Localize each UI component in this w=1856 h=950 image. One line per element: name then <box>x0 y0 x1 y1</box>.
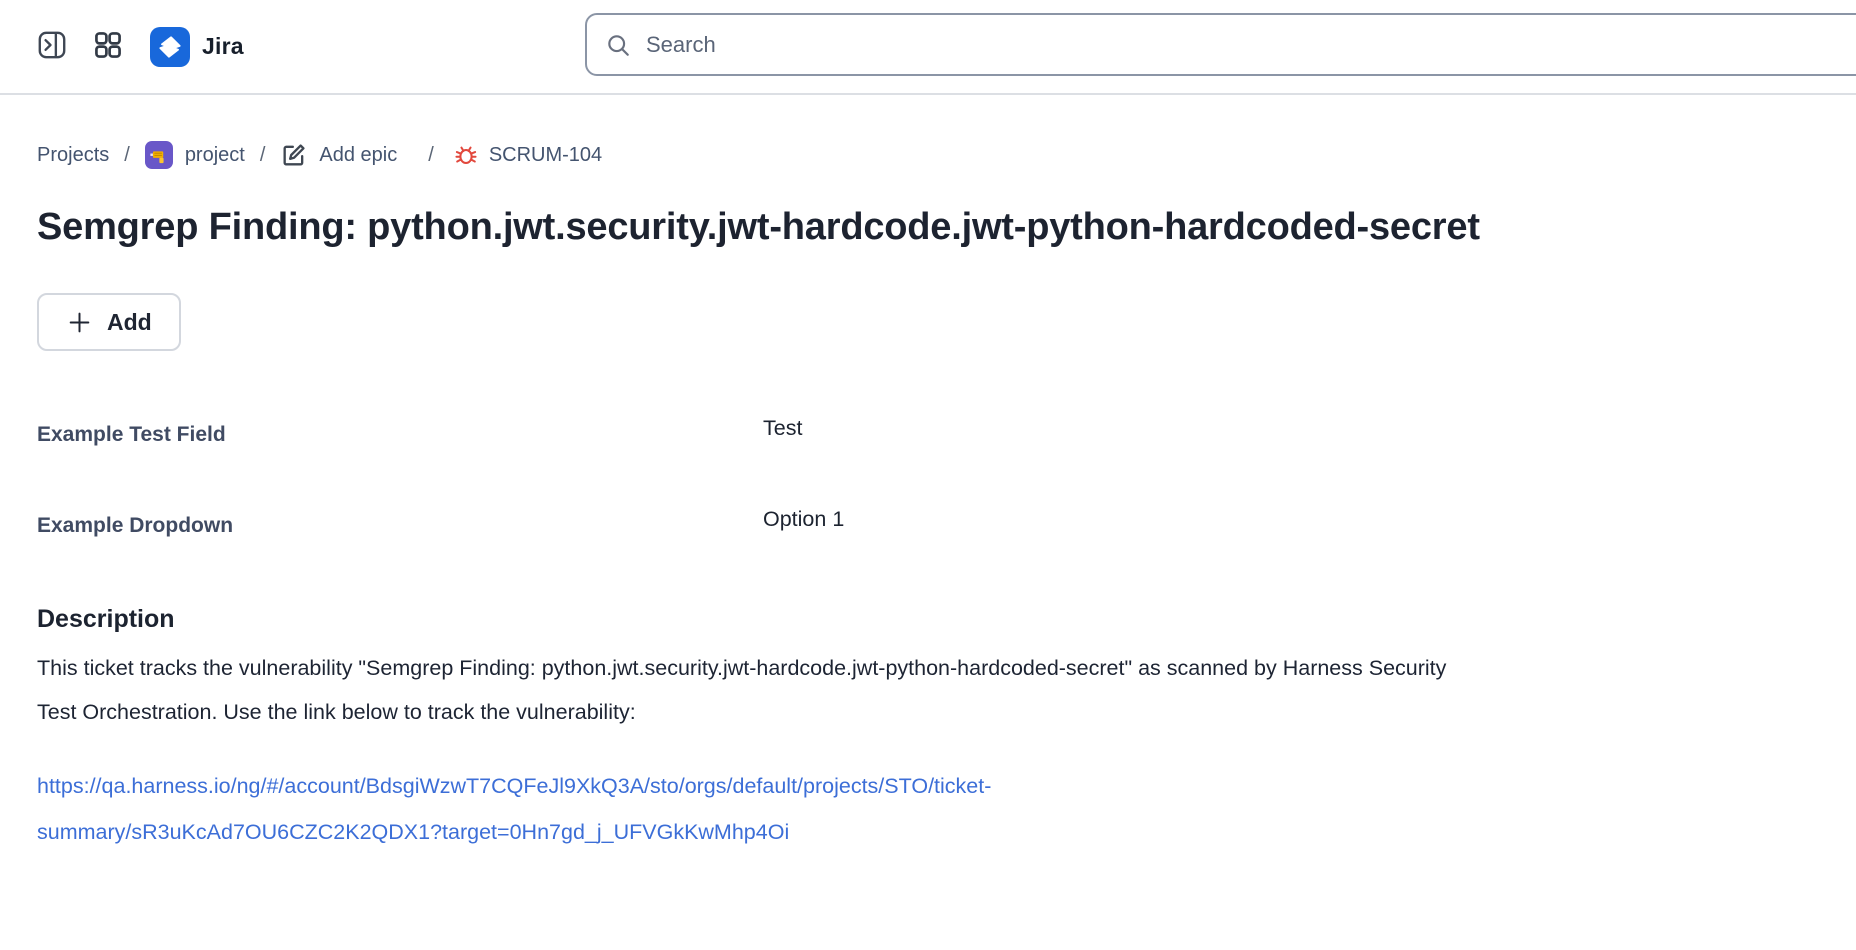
field-row-example-test-field: Example Test Field Test <box>37 423 1816 448</box>
app-switcher-button[interactable] <box>93 30 123 63</box>
description-heading: Description <box>37 605 1816 634</box>
project-avatar-icon[interactable] <box>145 141 173 169</box>
description-text[interactable]: This ticket tracks the vulnerability "Se… <box>37 646 1467 734</box>
plus-icon <box>66 309 93 336</box>
sidebar-expand-icon <box>37 30 67 63</box>
vulnerability-link[interactable]: https://qa.harness.io/ng/#/account/Bdsgi… <box>37 763 1287 855</box>
breadcrumb-projects[interactable]: Projects <box>37 144 109 167</box>
field-label: Example Test Field <box>37 423 763 448</box>
breadcrumb-project[interactable]: project <box>185 144 245 167</box>
apps-grid-icon <box>93 30 123 63</box>
sidebar-toggle-button[interactable] <box>37 30 67 63</box>
jira-logo-icon[interactable] <box>150 27 190 67</box>
breadcrumb-separator: / <box>260 144 266 167</box>
field-label: Example Dropdown <box>37 514 763 539</box>
edit-epic-icon[interactable] <box>280 141 308 169</box>
breadcrumb-issue-key[interactable]: SCRUM-104 <box>489 144 602 167</box>
top-navigation-bar: Jira <box>0 0 1856 95</box>
add-button[interactable]: Add <box>37 293 181 351</box>
nav-left-group: Jira <box>0 27 244 67</box>
field-row-example-dropdown: Example Dropdown Option 1 <box>37 514 1816 539</box>
search-input[interactable] <box>646 32 1856 58</box>
add-button-label: Add <box>107 309 152 336</box>
issue-title[interactable]: Semgrep Finding: python.jwt.security.jwt… <box>37 199 1507 255</box>
breadcrumb-separator: / <box>428 144 434 167</box>
search-bar[interactable] <box>585 13 1856 76</box>
bug-type-icon <box>453 142 479 168</box>
field-value[interactable]: Test <box>763 416 1816 441</box>
app-title: Jira <box>202 33 244 60</box>
breadcrumb-separator: / <box>124 144 130 167</box>
search-icon <box>605 32 631 58</box>
field-value[interactable]: Option 1 <box>763 507 1816 532</box>
custom-fields: Example Test Field Test Example Dropdown… <box>37 423 1816 539</box>
breadcrumb: Projects / project / Add epic / <box>37 141 1816 169</box>
breadcrumb-add-epic[interactable]: Add epic <box>319 144 397 167</box>
issue-view: Projects / project / Add epic / <box>0 141 1856 855</box>
